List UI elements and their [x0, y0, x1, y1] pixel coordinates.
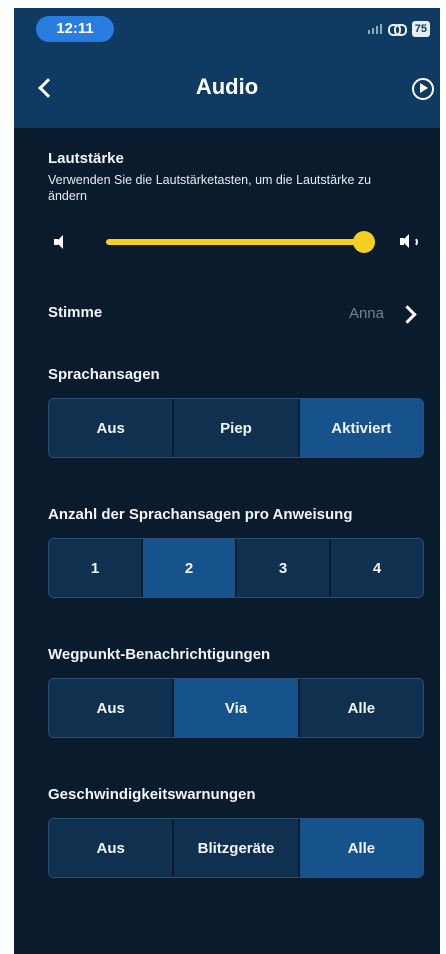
speed-warnings-option-alle[interactable]: Alle: [299, 819, 423, 877]
announcements-title: Sprachansagen: [48, 366, 160, 383]
announcement-count-option-4[interactable]: 4: [331, 539, 423, 597]
announcement-count-option-2[interactable]: 2: [143, 539, 237, 597]
announcement-count-option-3[interactable]: 3: [237, 539, 331, 597]
voice-label: Stimme: [48, 304, 103, 321]
voice-value: Anna: [348, 305, 384, 322]
status-time: 12:11: [36, 16, 114, 42]
volume-slider[interactable]: [106, 231, 375, 253]
waypoint-option-aus[interactable]: Aus: [49, 679, 175, 737]
announcements-selector: Aus Piep Aktiviert: [48, 398, 424, 458]
announcement-count-selector: 1 2 3 4: [48, 538, 424, 598]
volume-slider-thumb[interactable]: [353, 231, 375, 253]
volume-title: Lautstärke: [48, 150, 124, 167]
announcement-count-option-1[interactable]: 1: [49, 539, 143, 597]
announcements-option-aktiviert[interactable]: Aktiviert: [299, 399, 423, 457]
status-icons: 75: [367, 20, 430, 38]
waypoint-notifications-selector: Aus Via Alle: [48, 678, 424, 738]
announcement-count-title: Anzahl der Sprachansagen pro Anweisung: [48, 506, 353, 523]
waypoint-notifications-title: Wegpunkt-Benachrichtigungen: [48, 646, 271, 663]
chevron-right-icon: [400, 303, 418, 323]
speed-warnings-title: Geschwindigkeitswarnungen: [48, 786, 256, 803]
play-icon[interactable]: [412, 78, 434, 100]
page-title: Audio: [195, 74, 259, 99]
waypoint-option-via[interactable]: Via: [174, 679, 300, 737]
speed-warnings-selector: Aus Blitzgeräte Alle: [48, 818, 424, 878]
speed-warnings-option-aus[interactable]: Aus: [49, 819, 175, 877]
app-header: Audio: [14, 48, 440, 128]
app-screen: 12:11 75 Audio Lautstärke Verwenden Sie …: [14, 8, 440, 954]
speaker-high-icon: [400, 234, 424, 250]
volume-subtitle: Verwenden Sie die Lautstärketasten, um d…: [48, 173, 372, 203]
voice-row[interactable]: Stimme Anna: [48, 298, 420, 328]
announcements-option-piep[interactable]: Piep: [174, 399, 300, 457]
link-icon: [387, 23, 407, 36]
volume-slider-fill: [106, 239, 364, 245]
waypoint-option-alle[interactable]: Alle: [299, 679, 423, 737]
battery-indicator: 75: [411, 21, 430, 37]
signal-icon: [367, 24, 382, 34]
speed-warnings-option-blitzgeraete[interactable]: Blitzgeräte: [174, 819, 300, 877]
status-bar: 12:11 75: [14, 8, 440, 48]
speaker-low-icon: [54, 235, 66, 249]
announcements-option-aus[interactable]: Aus: [49, 399, 175, 457]
volume-slider-row: [48, 228, 428, 256]
